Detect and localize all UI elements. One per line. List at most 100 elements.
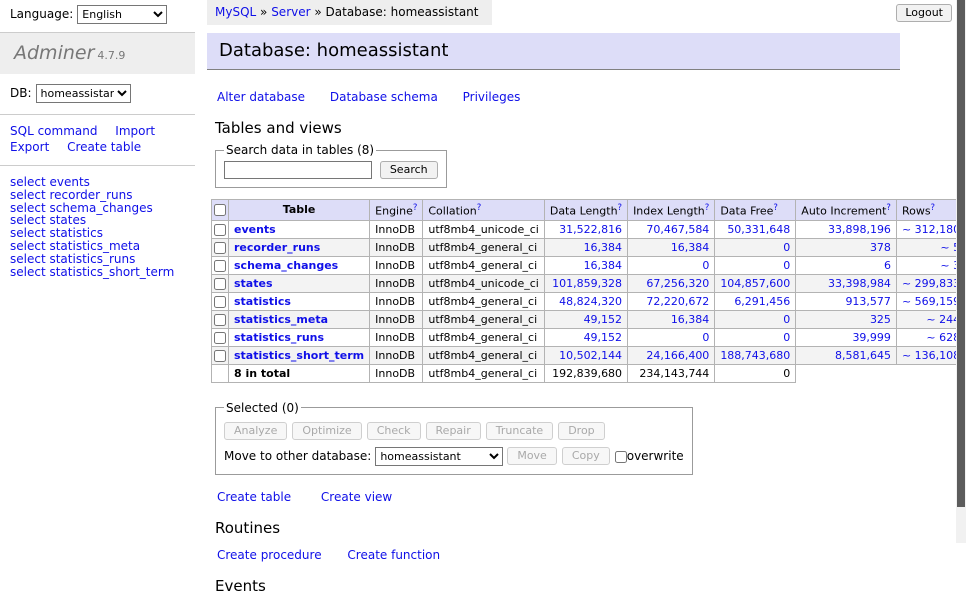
rows-link[interactable]: ~ 299,833 [902,277,960,290]
db-link-privileges[interactable]: Privileges [463,90,521,104]
db-select[interactable]: homeassistant [36,84,131,103]
db-link-alter-database[interactable]: Alter database [217,90,305,104]
row-checkbox[interactable] [214,314,226,326]
auto-increment-link[interactable]: 913,577 [845,295,891,308]
overwrite-checkbox[interactable] [615,451,627,463]
sidebar-select-recorder-runs[interactable]: select recorder_runs [10,189,195,202]
routine-link-create-function[interactable]: Create function [347,548,440,562]
row-checkbox[interactable] [214,224,226,236]
page-scrollbar[interactable] [956,0,966,543]
logout-button[interactable]: Logout [896,4,952,22]
sidebar-action-import[interactable]: Import [115,124,155,138]
data-length-link[interactable]: 101,859,328 [552,277,622,290]
data-length-link[interactable]: 49,152 [584,331,623,344]
sidebar-select-events[interactable]: select events [10,176,195,189]
rows-link[interactable]: ~ 569,159 [902,295,960,308]
data-free-cell: 0 [715,238,796,256]
analyze-button[interactable]: Analyze [224,422,287,440]
table-link-statistics-runs[interactable]: statistics_runs [234,331,324,344]
sidebar-select-statistics-runs[interactable]: select statistics_runs [10,253,195,266]
language-select[interactable]: English [77,5,167,24]
check-button[interactable]: Check [367,422,421,440]
help-icon[interactable]: ? [773,203,778,213]
index-length-link[interactable]: 16,384 [671,241,710,254]
breadcrumb-link-server[interactable]: Server [271,5,310,19]
move-db-select[interactable]: homeassistant [375,447,503,466]
auto-increment-link[interactable]: 378 [870,241,891,254]
adminer-logo-link[interactable]: Adminer [14,42,94,64]
data-length-link[interactable]: 16,384 [584,259,623,272]
db-link-database-schema[interactable]: Database schema [330,90,438,104]
bottom-link-create-view[interactable]: Create view [321,490,392,504]
search-button[interactable]: Search [380,161,438,179]
row-checkbox[interactable] [214,260,226,272]
data-free-link[interactable]: 104,857,600 [720,277,790,290]
index-length-link[interactable]: 16,384 [671,313,710,326]
selected-fieldset: Selected (0) AnalyzeOptimizeCheckRepairT… [215,401,693,475]
data-length-link[interactable]: 48,824,320 [559,295,622,308]
help-icon[interactable]: ? [477,203,482,213]
index-length-link[interactable]: 70,467,584 [646,223,709,236]
table-link-schema-changes[interactable]: schema_changes [234,259,338,272]
sidebar-select-statistics-meta[interactable]: select statistics_meta [10,240,195,253]
data-free-link[interactable]: 0 [783,259,790,272]
help-icon[interactable]: ? [886,203,891,213]
routine-link-create-procedure[interactable]: Create procedure [217,548,322,562]
data-length-link[interactable]: 31,522,816 [559,223,622,236]
column-header-auto-increment: Auto Increment? [796,200,897,221]
row-checkbox[interactable] [214,332,226,344]
search-input[interactable] [224,161,372,179]
row-checkbox[interactable] [214,350,226,362]
truncate-button[interactable]: Truncate [486,422,553,440]
index-length-link[interactable]: 0 [702,259,709,272]
repair-button[interactable]: Repair [426,422,481,440]
data-length-link[interactable]: 49,152 [584,313,623,326]
auto-increment-link[interactable]: 39,999 [852,331,891,344]
row-checkbox[interactable] [214,296,226,308]
data-free-link[interactable]: 50,331,648 [727,223,790,236]
help-icon[interactable]: ? [705,203,710,213]
sidebar-action-export[interactable]: Export [10,140,49,154]
auto-increment-link[interactable]: 33,898,196 [828,223,891,236]
table-link-recorder-runs[interactable]: recorder_runs [234,241,320,254]
breadcrumb-link-mysql[interactable]: MySQL [215,5,256,19]
auto-increment-link[interactable]: 8,581,645 [835,349,891,362]
rows-link[interactable]: ~ 312,180 [902,223,960,236]
auto-increment-link[interactable]: 33,398,984 [828,277,891,290]
auto-increment-link[interactable]: 325 [870,313,891,326]
scrollbar-thumb[interactable] [957,0,965,507]
index-length-link[interactable]: 72,220,672 [646,295,709,308]
drop-button[interactable]: Drop [558,422,604,440]
rows-link[interactable]: ~ 136,108 [902,349,960,362]
data-length-link[interactable]: 10,502,144 [559,349,622,362]
copy-button[interactable]: Copy [562,447,610,465]
overwrite-option[interactable]: overwrite [615,449,684,463]
index-length-link[interactable]: 0 [702,331,709,344]
data-free-link[interactable]: 6,291,456 [734,295,790,308]
row-checkbox[interactable] [214,278,226,290]
data-free-link[interactable]: 0 [783,313,790,326]
optimize-button[interactable]: Optimize [292,422,361,440]
sidebar-action-sql-command[interactable]: SQL command [10,124,97,138]
table-link-events[interactable]: events [234,223,276,236]
select-all-checkbox[interactable] [214,204,226,216]
help-icon[interactable]: ? [618,203,623,213]
sidebar-select-statistics-short-term[interactable]: select statistics_short_term [10,266,195,279]
data-length-link[interactable]: 16,384 [584,241,623,254]
auto-increment-link[interactable]: 6 [884,259,891,272]
help-icon[interactable]: ? [413,203,418,213]
table-link-states[interactable]: states [234,277,273,290]
table-link-statistics[interactable]: statistics [234,295,291,308]
table-link-statistics-meta[interactable]: statistics_meta [234,313,328,326]
row-checkbox[interactable] [214,242,226,254]
bottom-link-create-table[interactable]: Create table [217,490,291,504]
sidebar-action-create-table[interactable]: Create table [67,140,141,154]
table-link-statistics-short-term[interactable]: statistics_short_term [234,349,364,362]
data-free-link[interactable]: 0 [783,241,790,254]
data-free-link[interactable]: 0 [783,331,790,344]
data-free-link[interactable]: 188,743,680 [720,349,790,362]
move-button[interactable]: Move [507,447,557,465]
index-length-link[interactable]: 24,166,400 [646,349,709,362]
help-icon[interactable]: ? [931,203,936,213]
index-length-link[interactable]: 67,256,320 [646,277,709,290]
